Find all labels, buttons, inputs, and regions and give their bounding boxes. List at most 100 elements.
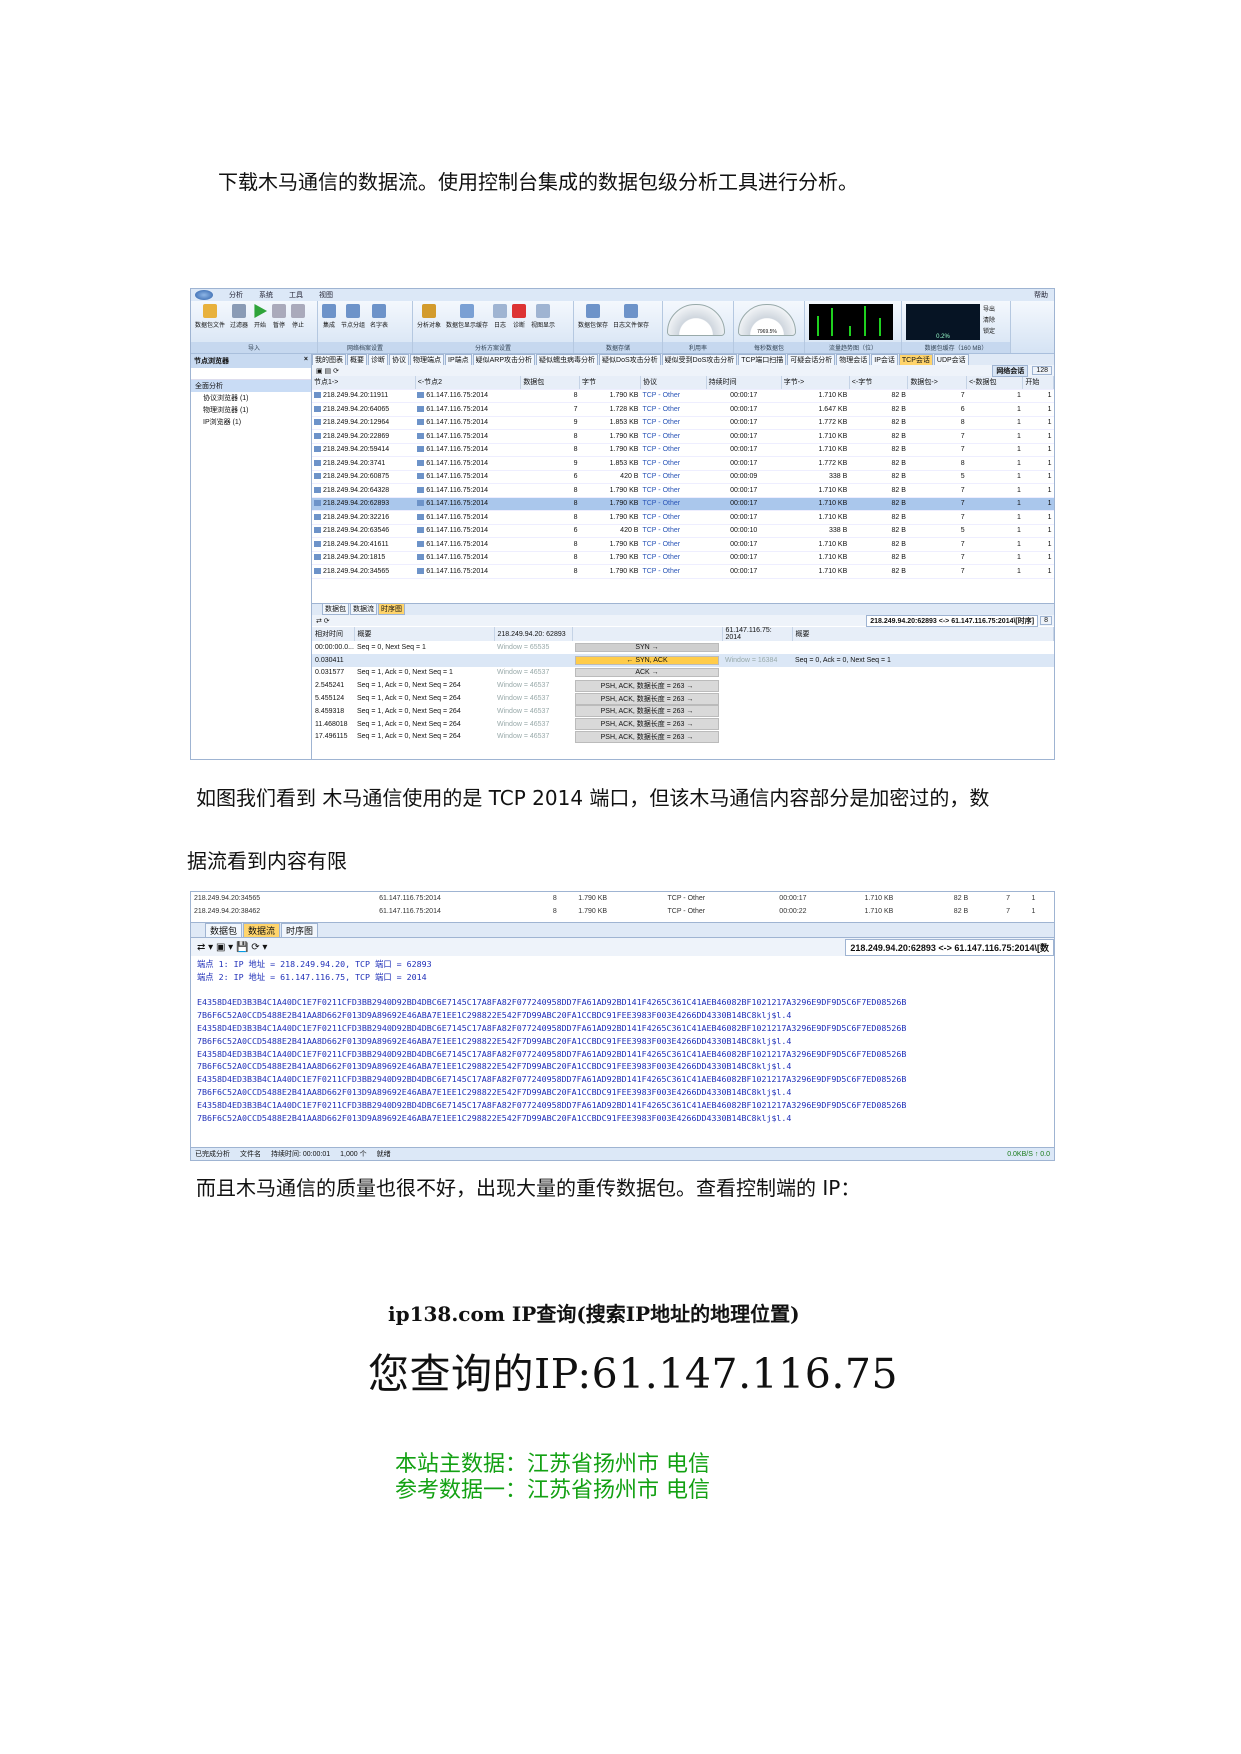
stream-tab[interactable]: 时序图: [281, 923, 319, 937]
table-cell: 00:00:10: [706, 524, 782, 538]
column-header[interactable]: 字节: [579, 376, 641, 390]
table-row[interactable]: 218.249.94.20:59414 61.147.116.75:2014 8 1.…: [312, 443, 1054, 457]
table-row[interactable]: 218.249.94.20:1815 61.147.116.75:2014 8 1.7…: [312, 551, 1054, 565]
view-tab[interactable]: 疑似受到DoS攻击分析: [661, 354, 738, 365]
column-header[interactable]: <-数据包: [966, 376, 1024, 390]
view-tab[interactable]: 物理端点: [410, 354, 444, 365]
save-log-button[interactable]: 日志文件保存: [613, 304, 649, 329]
endpoint-2: 端点 2: IP 地址 = 61.147.116.75, TCP 端口 = 20…: [197, 971, 427, 982]
bottom-tab[interactable]: 时序图: [378, 604, 405, 615]
pause-button[interactable]: 暂停: [272, 304, 287, 329]
net-session-button[interactable]: 网络会话: [992, 364, 1029, 377]
diagnose-button[interactable]: 诊断: [512, 304, 527, 329]
menu-view[interactable]: 视图: [319, 290, 333, 300]
analysis-object-button[interactable]: 分析对象: [417, 304, 441, 329]
table-cell: 1: [1022, 416, 1054, 430]
menu-system[interactable]: 系统: [259, 290, 273, 300]
column-header[interactable]: 节点1->: [312, 376, 416, 390]
toolbar-icons[interactable]: ⇄ ⟳: [316, 617, 330, 625]
table-cell: 82 B: [849, 402, 908, 417]
bottom-tab[interactable]: 数据包: [322, 604, 349, 615]
view-tab[interactable]: IP端点: [445, 354, 472, 365]
view-display-button[interactable]: 视图显示: [531, 304, 555, 329]
paragraph-observation-cont: 据流看到内容有限: [187, 849, 347, 873]
export-button[interactable]: 导出: [983, 304, 995, 313]
tree-item-physical[interactable]: 物理浏览器 (1): [191, 404, 311, 416]
table-row[interactable]: 218.249.94.20:22869 61.147.116.75:2014 8 1.…: [312, 429, 1054, 444]
table-cell: 218.249.94.20:63546: [312, 524, 416, 538]
display-cache-button[interactable]: 数据包显示缓存: [446, 304, 488, 329]
column-header[interactable]: 数据包->: [907, 376, 968, 390]
sequence-row[interactable]: 5.455124 Seq = 1, Ack = 0, Next Seq = 264…: [312, 692, 1054, 705]
help-button[interactable]: 帮助: [1034, 290, 1048, 300]
stream-tab[interactable]: 数据包: [205, 923, 243, 937]
relative-time: 0.030411: [312, 653, 354, 667]
table-row[interactable]: 218.249.94.20:63546 61.147.116.75:2014 6 42…: [312, 524, 1054, 538]
view-tab[interactable]: IP会话: [871, 354, 898, 365]
table-cell: 7: [907, 537, 967, 552]
clear-button[interactable]: 清除: [983, 315, 995, 324]
table-row[interactable]: 218.249.94.20:34565 61.147.116.75:2014 8 1.…: [312, 564, 1054, 579]
sequence-row[interactable]: 11.468018 Seq = 1, Ack = 0, Next Seq = 26…: [312, 718, 1054, 731]
table-row[interactable]: 218.249.94.20:3741 61.147.116.75:2014 9 1.8…: [312, 456, 1054, 471]
sequence-row[interactable]: 0.030411 ← SYN, ACK Window = 16384 Seq = 0,…: [312, 653, 1054, 667]
table-row[interactable]: 218.249.94.20:64065 61.147.116.75:2014 7 1.…: [312, 402, 1054, 417]
sequence-row[interactable]: 8.459318 Seq = 1, Ack = 0, Next Seq = 264…: [312, 705, 1054, 718]
view-tab[interactable]: 疑似ARP攻击分析: [472, 354, 536, 365]
view-tab[interactable]: TCP端口扫描: [738, 354, 787, 365]
toolbar-icons[interactable]: ▣ ▤ ⟳: [316, 367, 339, 375]
menu-tools[interactable]: 工具: [289, 290, 303, 300]
column-header[interactable]: <-字节: [849, 376, 909, 390]
name-table-button[interactable]: 名字表: [370, 304, 388, 329]
column-header[interactable]: 开始: [1022, 376, 1054, 390]
view-tab[interactable]: 可疑会话分析: [787, 354, 836, 365]
view-tab[interactable]: 诊断: [368, 354, 388, 365]
menu-analyze[interactable]: 分析: [229, 290, 243, 300]
view-tab[interactable]: 我的图表: [312, 354, 346, 365]
view-tab[interactable]: TCP会话: [898, 354, 933, 365]
filter-button[interactable]: 过滤器: [230, 304, 248, 329]
close-icon[interactable]: ×: [304, 356, 308, 366]
lock-button[interactable]: 锁定: [983, 326, 995, 335]
view-tab[interactable]: UDP会话: [933, 354, 969, 365]
column-header[interactable]: 数据包: [520, 376, 580, 390]
view-tab[interactable]: 协议: [389, 354, 409, 365]
bottom-tab[interactable]: 数据流: [350, 604, 377, 615]
tree-item-protocol[interactable]: 协议浏览器 (1): [191, 392, 311, 404]
stream-tab[interactable]: 数据流: [243, 923, 281, 937]
table-row[interactable]: 218.249.94.20:62893 61.147.116.75:2014 8 1.…: [312, 497, 1054, 511]
sequence-row[interactable]: 2.545241 Seq = 1, Ack = 0, Next Seq = 264…: [312, 679, 1054, 692]
table-row[interactable]: 218.249.94.20:12964 61.147.116.75:2014 9 1.…: [312, 416, 1054, 430]
node-group-button[interactable]: 节点分组: [341, 304, 365, 329]
column-header[interactable]: 字节->: [781, 376, 850, 390]
table-row[interactable]: 218.249.94.20:11911 61.147.116.75:2014 8 1.…: [312, 389, 1054, 403]
table-row[interactable]: 218.249.94.20:34565 61.147.116.75:2014 8 1.…: [191, 892, 1054, 905]
tree-item-overview[interactable]: 全面分析: [191, 380, 311, 392]
sequence-row[interactable]: 0.031577 Seq = 1, Ack = 0, Next Seq = 1 Wi…: [312, 667, 1054, 680]
table-row[interactable]: 218.249.94.20:60875 61.147.116.75:2014 6 42…: [312, 470, 1054, 484]
save-packets-button[interactable]: 数据包保存: [578, 304, 608, 329]
table-row[interactable]: 218.249.94.20:32216 61.147.116.75:2014 8 1.…: [312, 510, 1054, 525]
view-tab[interactable]: 疑似DoS攻击分析: [599, 354, 661, 365]
view-tab[interactable]: 物理会话: [836, 354, 871, 365]
view-tab[interactable]: 疑似蠕虫病毒分析: [536, 354, 599, 365]
table-cell: 1: [966, 483, 1023, 498]
tree-item-ip[interactable]: IP浏览器 (1): [191, 416, 311, 428]
stop-button[interactable]: 停止: [291, 304, 306, 329]
column-header[interactable]: <-节点2: [415, 376, 522, 390]
sequence-row[interactable]: 00:00:00.0... Seq = 0, Next Seq = 1 Window…: [312, 641, 1054, 654]
table-row[interactable]: 218.249.94.20:41611 61.147.116.75:2014 8 1.…: [312, 537, 1054, 552]
table-row[interactable]: 218.249.94.20:38462 61.147.116.75:2014 8 1.…: [191, 905, 1054, 918]
view-tab[interactable]: 概要: [347, 354, 367, 365]
log-button[interactable]: 日志: [493, 304, 508, 329]
table-cell: 8: [520, 497, 580, 511]
session-toolbar: ▣ ▤ ⟳ 网络会话 128: [312, 364, 1054, 377]
start-button[interactable]: 开始: [253, 304, 268, 329]
toolbar-icons[interactable]: ⇄ ▾ ▣ ▾ 💾 ⟳ ▾: [197, 942, 267, 953]
packet-file-button[interactable]: 数据包文件: [195, 304, 225, 329]
column-header[interactable]: 协议: [640, 376, 707, 390]
integrate-button[interactable]: 集成: [322, 304, 336, 329]
column-header[interactable]: 持续时间: [706, 376, 782, 390]
table-row[interactable]: 218.249.94.20:64328 61.147.116.75:2014 8 1.…: [312, 483, 1054, 498]
sequence-row[interactable]: 17.496115 Seq = 1, Ack = 0, Next Seq = 26…: [312, 730, 1054, 744]
